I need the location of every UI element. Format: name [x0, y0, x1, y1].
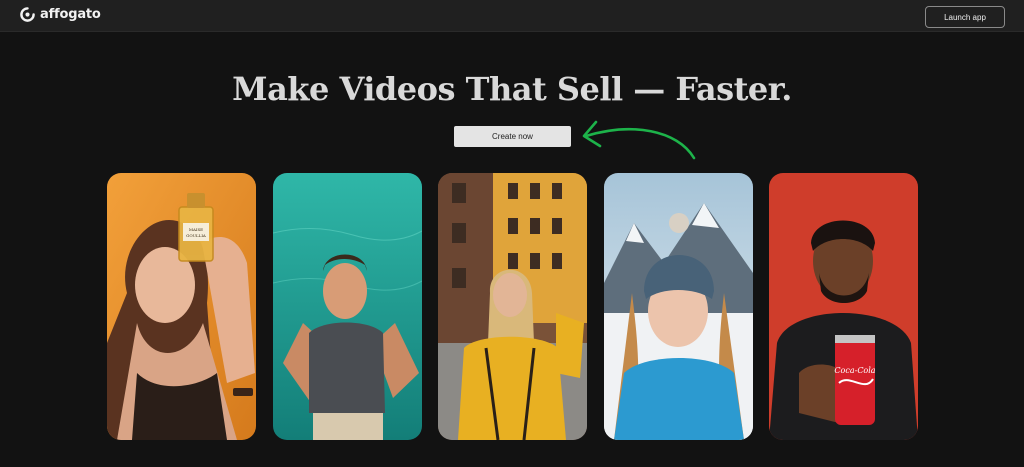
city-street-thumbnail: [438, 173, 587, 440]
brand-name: affogato: [40, 7, 101, 22]
sea-selfie-thumbnail: [273, 173, 422, 440]
video-card-snow-mountain[interactable]: [604, 173, 753, 440]
video-card-sea-selfie[interactable]: [273, 173, 422, 440]
snow-mountain-thumbnail: [604, 173, 753, 440]
svg-text:GOULLIA: GOULLIA: [186, 233, 206, 238]
video-card-perfume[interactable]: MAISE GOULLIA: [107, 173, 256, 440]
svg-text:Coca-Cola: Coca-Cola: [834, 366, 875, 375]
video-card-cola[interactable]: Coca-Cola: [769, 173, 918, 440]
video-card-city-street[interactable]: [438, 173, 587, 440]
top-navigation-bar: affogato Launch app: [0, 0, 1024, 32]
create-now-button[interactable]: Create now: [454, 126, 571, 147]
svg-text:MAISE: MAISE: [189, 227, 203, 232]
curved-arrow-icon: [582, 120, 696, 160]
affogato-logo-icon: [20, 7, 35, 22]
launch-app-button[interactable]: Launch app: [925, 6, 1005, 28]
perfume-ad-thumbnail: MAISE GOULLIA: [107, 173, 256, 440]
brand-logo[interactable]: affogato: [20, 7, 101, 22]
cola-ad-thumbnail: Coca-Cola: [769, 173, 918, 440]
hero-headline: Make Videos That Sell — Faster.: [232, 70, 792, 108]
